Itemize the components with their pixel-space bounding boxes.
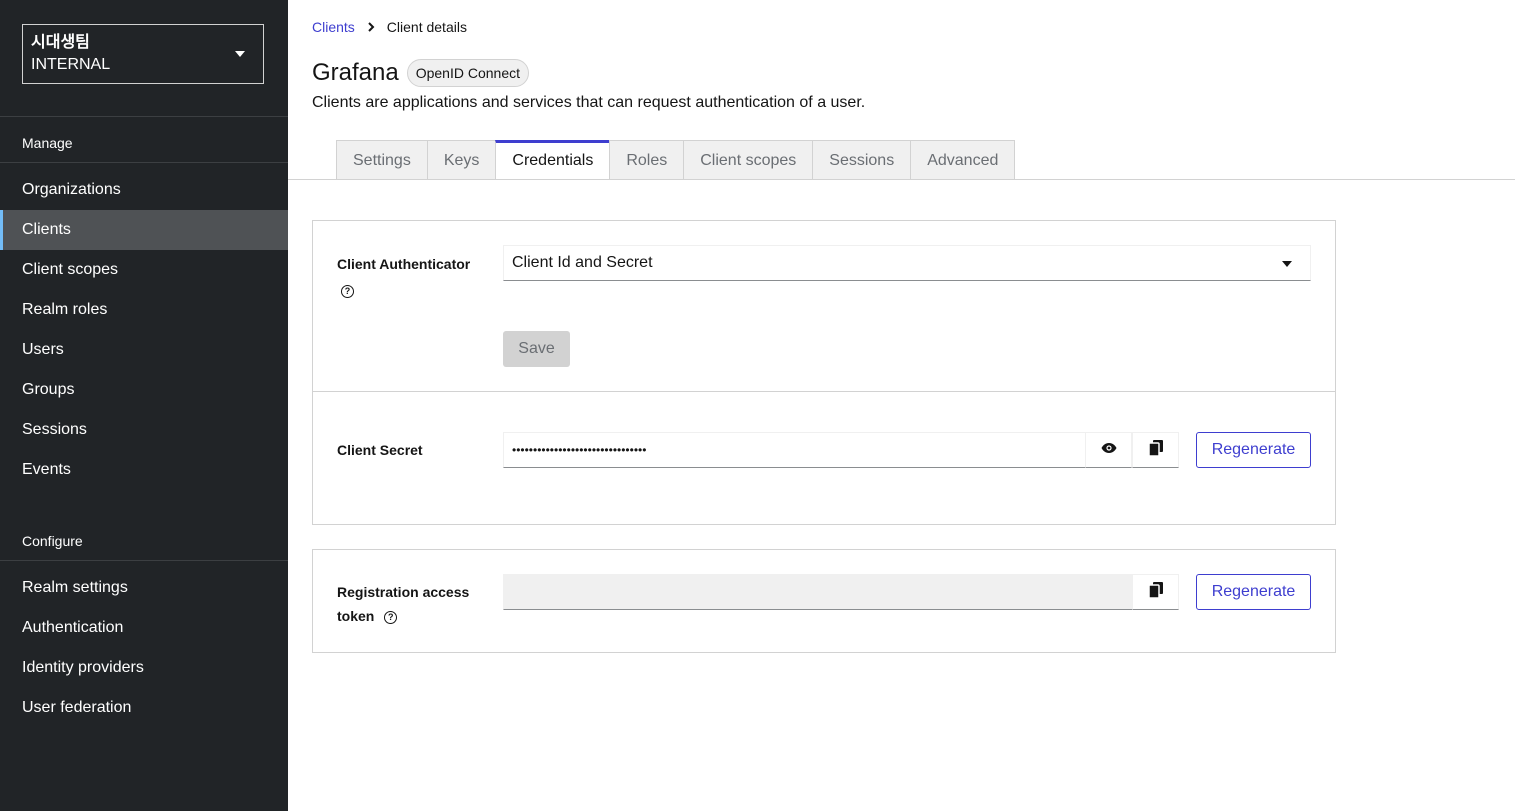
protocol-badge: OpenID Connect (406, 59, 530, 87)
help-icon[interactable]: ? (384, 610, 398, 624)
card-divider (313, 391, 1335, 392)
sidebar-divider (0, 116, 288, 117)
registration-token-label-line1: Registration access (337, 584, 470, 600)
sidebar-section-manage: Manage (22, 135, 73, 151)
tab-underline (288, 179, 1515, 180)
help-icon[interactable]: ? (341, 284, 354, 298)
sidebar-item-users[interactable]: Users (0, 330, 288, 370)
sidebar-item-sessions[interactable]: Sessions (0, 410, 288, 450)
client-authenticator-label: Client Authenticator ? (337, 252, 470, 300)
eye-icon (1101, 441, 1117, 459)
caret-down-icon (235, 51, 245, 57)
sidebar-item-client-scopes[interactable]: Client scopes (0, 250, 288, 290)
sidebar-item-realm-roles[interactable]: Realm roles (0, 290, 288, 330)
registration-token-input[interactable] (503, 574, 1133, 610)
title-row: Grafana OpenID Connect (312, 58, 530, 88)
sidebar-item-user-federation[interactable]: User federation (0, 688, 288, 728)
sidebar-divider (0, 162, 288, 163)
sidebar-item-clients[interactable]: Clients (0, 210, 288, 250)
breadcrumb-current: Client details (386, 19, 467, 35)
sidebar-item-identity-providers[interactable]: Identity providers (0, 648, 288, 688)
client-authenticator-value: Client Id and Secret (512, 254, 653, 271)
regenerate-token-button[interactable]: Regenerate (1196, 574, 1311, 610)
copy-icon (1147, 439, 1163, 461)
breadcrumb-link-clients[interactable]: Clients (312, 19, 355, 35)
sidebar-item-realm-settings[interactable]: Realm settings (0, 568, 288, 608)
tab-roles[interactable]: Roles (609, 140, 684, 180)
tab-advanced[interactable]: Advanced (910, 140, 1016, 180)
client-secret-input[interactable]: •••••••••••••••••••••••••••••••• (503, 432, 1086, 468)
sidebar-divider (0, 560, 288, 561)
realm-name: 시대생팀 (31, 32, 90, 51)
realm-selector[interactable]: 시대생팀 INTERNAL (22, 24, 264, 84)
tab-bar: Settings Keys Credentials Roles Client s… (336, 140, 1016, 180)
tab-client-scopes[interactable]: Client scopes (683, 140, 813, 180)
show-secret-button[interactable] (1085, 432, 1132, 468)
page-title: Grafana (312, 59, 399, 86)
save-button[interactable]: Save (503, 331, 570, 367)
registration-token-label-line2: token (337, 608, 375, 624)
sidebar-section-configure: Configure (22, 533, 83, 549)
tab-sessions[interactable]: Sessions (812, 140, 911, 180)
copy-icon (1147, 581, 1163, 603)
sidebar-item-authentication[interactable]: Authentication (0, 608, 288, 648)
client-authenticator-label-text: Client Authenticator (337, 256, 471, 272)
sidebar-item-events[interactable]: Events (0, 450, 288, 490)
sidebar-item-organizations[interactable]: Organizations (0, 170, 288, 210)
regenerate-secret-button[interactable]: Regenerate (1196, 432, 1311, 468)
tab-credentials[interactable]: Credentials (495, 140, 610, 180)
main-content: Clients Client details Grafana OpenID Co… (288, 0, 1515, 811)
registration-token-label: Registration access token ? (337, 580, 469, 628)
copy-secret-button[interactable] (1132, 432, 1179, 468)
client-secret-label: Client Secret (337, 442, 423, 458)
copy-token-button[interactable] (1132, 574, 1179, 610)
chevron-right-icon (367, 19, 375, 35)
registration-token-card: Registration access token ? Regenerate (312, 549, 1336, 653)
page-description: Clients are applications and services th… (312, 94, 866, 111)
tab-keys[interactable]: Keys (426, 140, 496, 180)
tab-settings[interactable]: Settings (336, 140, 427, 180)
breadcrumb: Clients Client details (312, 19, 467, 35)
credentials-card: Client Authenticator ? Client Id and Sec… (312, 220, 1336, 525)
client-authenticator-select[interactable]: Client Id and Secret (503, 245, 1311, 281)
realm-type: INTERNAL (31, 56, 111, 73)
caret-down-icon (1282, 261, 1292, 267)
sidebar-item-groups[interactable]: Groups (0, 370, 288, 410)
sidebar: 시대생팀 INTERNAL Manage Organizations Clien… (0, 0, 288, 811)
